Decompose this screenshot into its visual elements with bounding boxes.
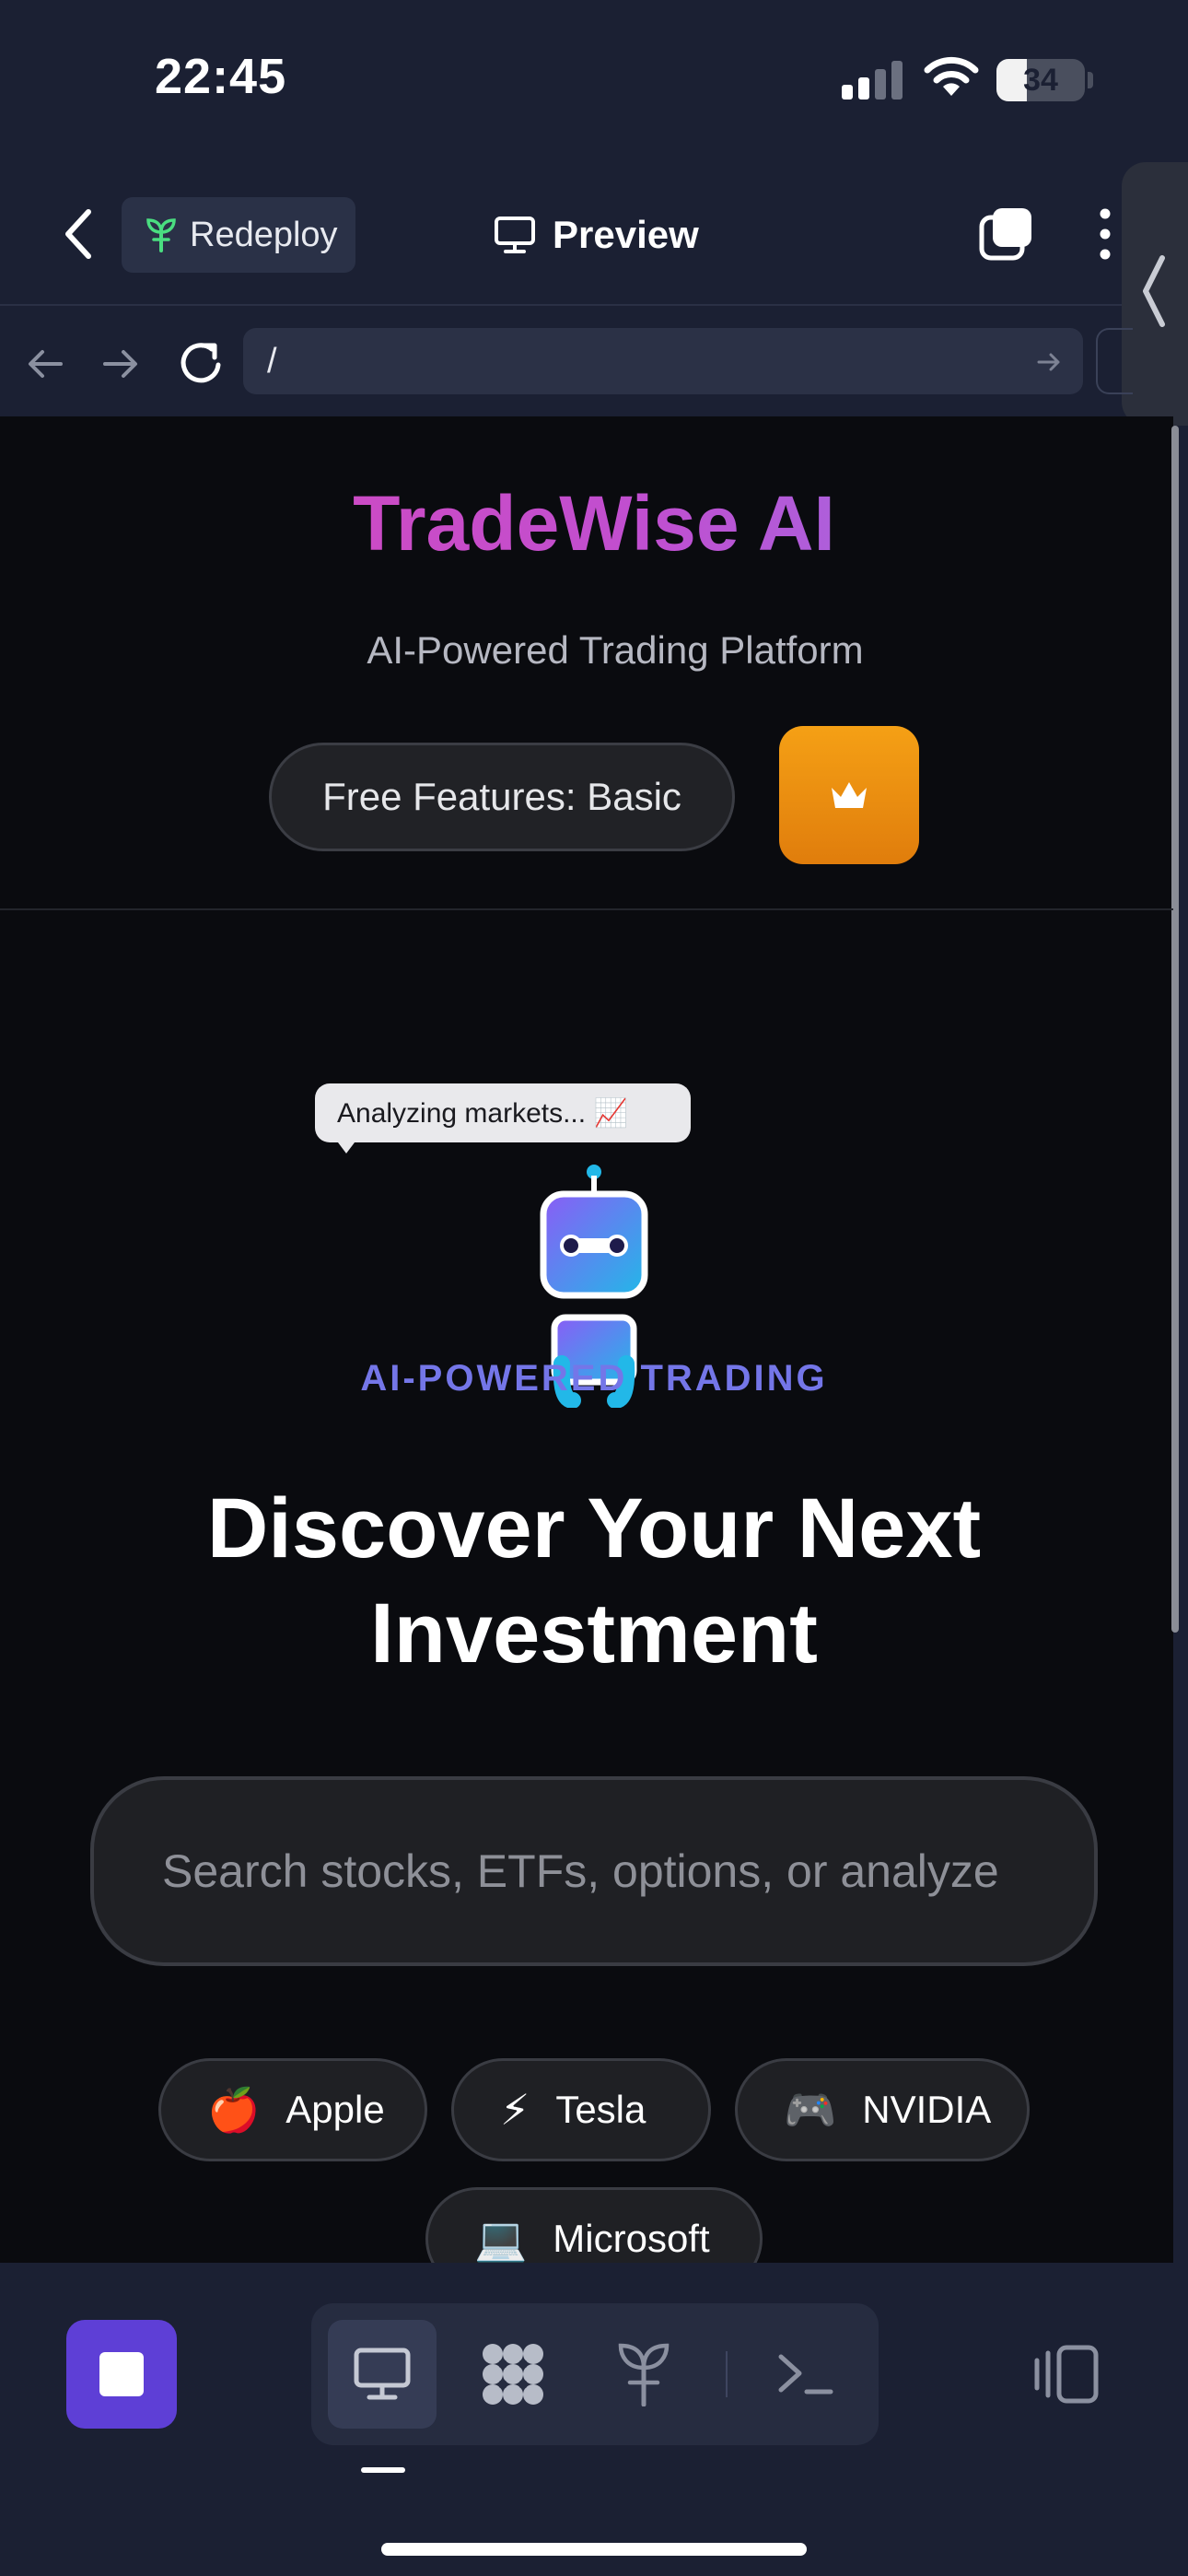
quick-pick-label: NVIDIA bbox=[862, 2088, 992, 2131]
terminal-icon bbox=[778, 2354, 833, 2395]
arrow-left-icon[interactable] bbox=[24, 343, 66, 385]
preview-label: Preview bbox=[553, 213, 699, 256]
quick-pick-nvidia[interactable]: 🎮 NVIDIA bbox=[735, 2058, 1030, 2161]
speech-bubble-tail bbox=[335, 1139, 357, 1153]
chevron-left-icon bbox=[1143, 255, 1165, 327]
battery-level: 34 bbox=[1023, 62, 1058, 98]
url-value: / bbox=[267, 341, 277, 381]
preview-title[interactable]: Preview bbox=[494, 205, 699, 265]
home-indicator[interactable] bbox=[381, 2543, 807, 2556]
sprout-icon bbox=[146, 218, 176, 252]
battery-icon: 34 bbox=[996, 59, 1085, 101]
tagline: AI-POWERED TRADING bbox=[360, 1358, 828, 1399]
sprout-icon bbox=[618, 2343, 670, 2406]
quick-pick-tesla[interactable]: ⚡ Tesla bbox=[451, 2058, 711, 2161]
reload-icon[interactable] bbox=[175, 337, 227, 389]
stop-button[interactable] bbox=[66, 2320, 177, 2429]
cellular-signal-icon bbox=[842, 61, 903, 100]
arrow-right-icon[interactable] bbox=[1035, 348, 1063, 376]
url-bar-extra-button[interactable] bbox=[1096, 328, 1133, 394]
tab-deploy[interactable] bbox=[589, 2320, 698, 2429]
brand-subtitle: AI-Powered Trading Platform bbox=[367, 628, 864, 672]
speech-bubble: Analyzing markets... 📈 bbox=[315, 1083, 691, 1142]
quick-pick-label: Tesla bbox=[555, 2088, 646, 2131]
scrollbar[interactable] bbox=[1171, 426, 1179, 1633]
active-tab-indicator bbox=[361, 2467, 405, 2473]
url-input[interactable]: / bbox=[243, 328, 1083, 394]
stop-icon bbox=[99, 2352, 144, 2396]
tab-preview[interactable] bbox=[328, 2320, 437, 2429]
lightning-icon: ⚡ bbox=[500, 2085, 530, 2135]
tab-separator bbox=[726, 2351, 728, 2397]
upgrade-crown-button[interactable] bbox=[779, 726, 919, 864]
tab-apps[interactable] bbox=[459, 2320, 567, 2429]
monitor-icon bbox=[495, 217, 535, 253]
split-view-icon[interactable] bbox=[1031, 2344, 1100, 2405]
view-tab-group bbox=[311, 2303, 879, 2445]
page-headline: Discover Your Next Investment bbox=[0, 1476, 1188, 1686]
laptop-icon: 💻 bbox=[474, 2213, 528, 2264]
apple-icon: 🍎 bbox=[207, 2084, 261, 2135]
headline-line-2: Investment bbox=[370, 1587, 818, 1680]
redeploy-label: Redeploy bbox=[190, 215, 338, 254]
quick-pick-label: Microsoft bbox=[553, 2217, 710, 2260]
battery-tip bbox=[1088, 72, 1093, 88]
brand-title: TradeWise AI bbox=[0, 479, 1188, 568]
toolbar-divider bbox=[0, 304, 1122, 306]
wifi-icon bbox=[924, 56, 979, 96]
apps-icon bbox=[483, 2344, 543, 2405]
chevron-left-icon[interactable] bbox=[57, 206, 99, 262]
redeploy-button[interactable]: Redeploy bbox=[122, 197, 355, 273]
crown-icon bbox=[832, 782, 867, 808]
quick-pick-apple[interactable]: 🍎 Apple bbox=[158, 2058, 427, 2161]
header-divider bbox=[0, 908, 1173, 910]
arrow-right-icon[interactable] bbox=[99, 343, 142, 385]
search-input[interactable] bbox=[162, 1844, 1026, 1898]
free-features-badge[interactable]: Free Features: Basic bbox=[269, 743, 735, 851]
headline-line-1: Discover Your Next bbox=[206, 1481, 982, 1575]
search-box[interactable] bbox=[90, 1776, 1098, 1966]
tab-terminal[interactable] bbox=[751, 2320, 860, 2429]
quick-pick-label: Apple bbox=[285, 2088, 385, 2131]
gamepad-icon: 🎮 bbox=[784, 2084, 837, 2135]
status-time: 22:45 bbox=[155, 49, 287, 104]
tabs-icon[interactable] bbox=[978, 205, 1035, 262]
monitor-icon bbox=[354, 2348, 411, 2400]
status-bar: 22:45 34 bbox=[0, 0, 1188, 157]
more-vertical-icon[interactable] bbox=[1096, 206, 1114, 262]
